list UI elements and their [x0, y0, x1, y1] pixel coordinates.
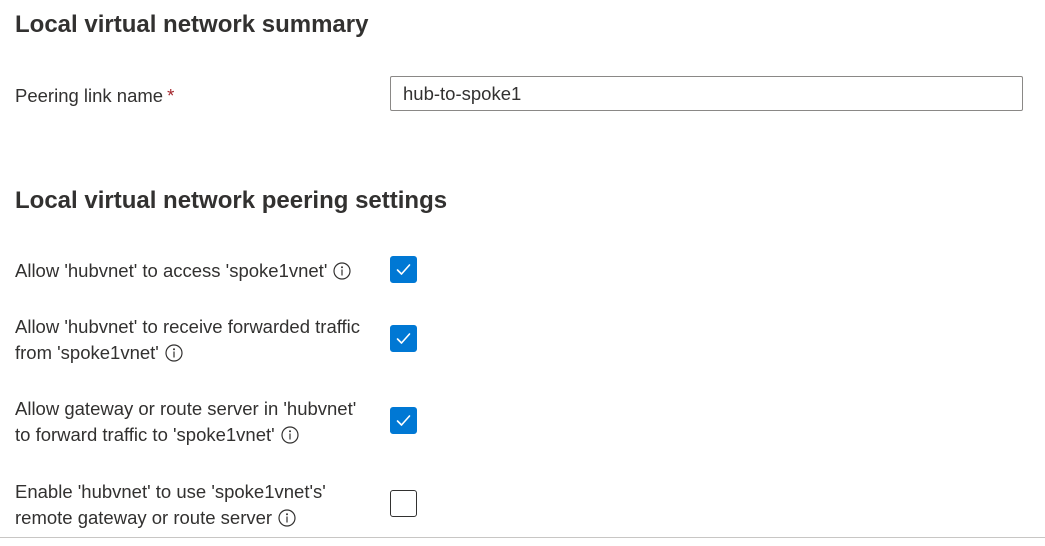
receive-forwarded-checkbox[interactable] — [390, 325, 417, 352]
setting-remote-gateway-line1: Enable 'hubvnet' to use 'spoke1vnet's' — [15, 481, 326, 502]
allow-access-checkbox[interactable] — [390, 256, 417, 283]
setting-allow-access-text: Allow 'hubvnet' to access 'spoke1vnet' — [15, 260, 328, 281]
setting-allow-access-label: Allow 'hubvnet' to access 'spoke1vnet' — [15, 258, 387, 284]
setting-gateway-forward-text: to forward traffic to 'spoke1vnet' — [15, 424, 275, 445]
peering-link-name-input[interactable] — [390, 76, 1023, 111]
peering-link-name-label: Peering link name * — [15, 83, 174, 109]
setting-gateway-forward-line2: to forward traffic to 'spoke1vnet' — [15, 422, 387, 448]
info-icon[interactable] — [278, 509, 296, 527]
summary-heading: Local virtual network summary — [15, 11, 369, 38]
info-icon[interactable] — [333, 262, 351, 280]
required-marker: * — [167, 85, 175, 106]
setting-remote-gateway-line2: remote gateway or route server — [15, 505, 387, 531]
settings-heading: Local virtual network peering settings — [15, 187, 448, 214]
remote-gateway-checkbox[interactable] — [390, 490, 417, 517]
setting-allow-access-line1: Allow 'hubvnet' to access 'spoke1vnet' — [15, 258, 387, 284]
checkmark-icon — [396, 264, 411, 275]
setting-receive-forwarded-line2: from 'spoke1vnet' — [15, 340, 387, 366]
setting-remote-gateway-text: remote gateway or route server — [15, 507, 273, 528]
peering-link-name-label-text: Peering link name — [15, 85, 164, 106]
checkmark-icon — [396, 415, 411, 426]
gateway-forward-checkbox[interactable] — [390, 407, 417, 434]
bottom-divider — [0, 537, 1045, 538]
setting-receive-forwarded-text: from 'spoke1vnet' — [15, 342, 159, 363]
setting-receive-forwarded-label: Allow 'hubvnet' to receive forwarded tra… — [15, 314, 387, 366]
info-icon[interactable] — [165, 344, 183, 362]
setting-remote-gateway-label: Enable 'hubvnet' to use 'spoke1vnet's' r… — [15, 479, 387, 531]
checkmark-icon — [396, 333, 411, 344]
setting-gateway-forward-line1: Allow gateway or route server in 'hubvne… — [15, 398, 357, 419]
info-icon[interactable] — [281, 426, 299, 444]
setting-receive-forwarded-line1: Allow 'hubvnet' to receive forwarded tra… — [15, 316, 361, 337]
setting-gateway-forward-label: Allow gateway or route server in 'hubvne… — [15, 396, 387, 448]
